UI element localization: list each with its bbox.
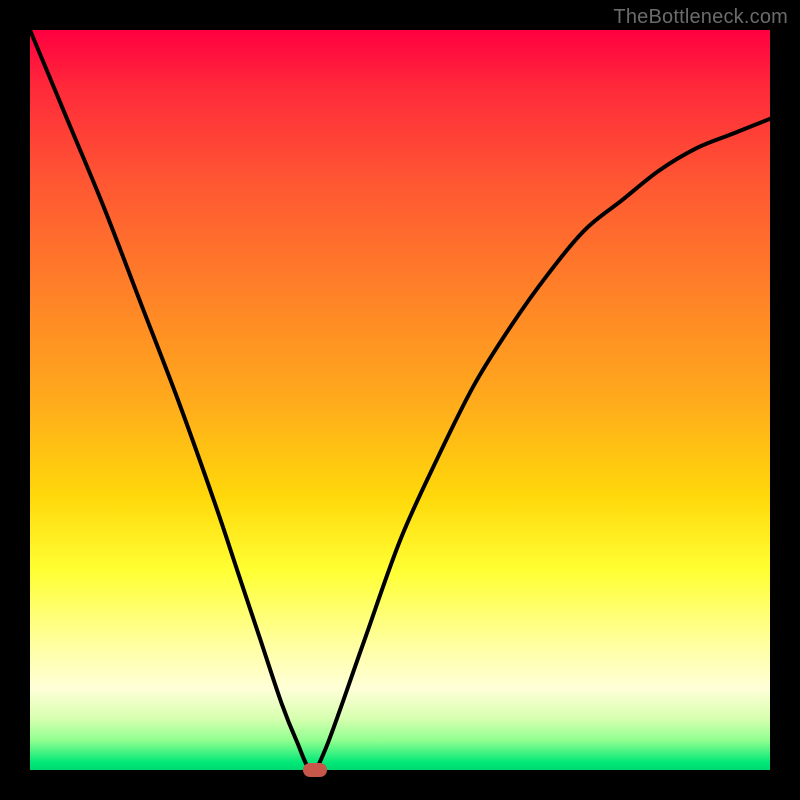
curve-svg — [30, 30, 770, 770]
optimal-point-marker — [303, 763, 327, 777]
watermark-text: TheBottleneck.com — [613, 6, 788, 29]
plot-area — [30, 30, 770, 770]
bottleneck-curve — [30, 30, 770, 770]
chart-frame: TheBottleneck.com — [0, 0, 800, 800]
